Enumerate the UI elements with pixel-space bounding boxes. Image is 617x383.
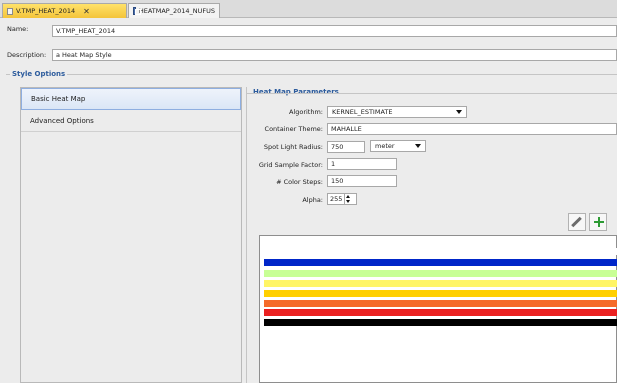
chevron-down-icon (456, 110, 462, 114)
panel-divider (246, 87, 247, 383)
spinner-buttons[interactable] (344, 194, 351, 204)
color-ramp-stripe (264, 319, 617, 326)
list-item-basic-heat-map[interactable]: Basic Heat Map (21, 88, 241, 110)
tab-v-tmp-heat-2014[interactable]: V.TMP_HEAT_2014 ✕ (2, 3, 127, 18)
document-icon (7, 7, 13, 15)
alpha-value: 255 (330, 195, 343, 203)
parameters-border (246, 93, 617, 94)
heatmap-icon (133, 7, 141, 15)
color-steps-label: # Color Steps: (276, 178, 323, 186)
description-field[interactable]: a Heat Map Style (52, 49, 617, 61)
style-options-border (6, 74, 617, 75)
spot-light-radius-field[interactable]: 750 (327, 141, 365, 153)
chevron-down-icon (415, 144, 421, 148)
color-ramp-preview (259, 235, 617, 383)
style-options-legend: Style Options (10, 70, 68, 78)
tab-label: HEATMAP_2014_NUFUS (138, 7, 215, 15)
editor-tabs: V.TMP_HEAT_2014 ✕ HEATMAP_2014_NUFUS (0, 0, 617, 18)
container-theme-label: Container Theme: (264, 125, 323, 133)
edit-color-button[interactable] (568, 213, 586, 231)
color-steps-field[interactable]: 150 (327, 175, 397, 187)
pencil-icon (571, 216, 582, 228)
color-ramp-stripe (264, 290, 617, 297)
unit-select[interactable]: meter (370, 140, 426, 152)
algorithm-select[interactable]: KERNEL_ESTIMATE (327, 106, 467, 118)
list-item-advanced-options[interactable]: Advanced Options (21, 110, 241, 132)
tab-heatmap-2014-nufus[interactable]: HEATMAP_2014_NUFUS (128, 3, 220, 18)
heat-map-parameters-title: Heat Map Parameters (253, 88, 339, 96)
name-row: Name: (7, 25, 28, 33)
color-ramp-stripe (264, 309, 617, 316)
color-ramp-stripe (264, 300, 617, 307)
name-field[interactable]: V.TMP_HEAT_2014 (52, 25, 617, 37)
add-color-button[interactable] (589, 213, 607, 231)
tab-label: V.TMP_HEAT_2014 (16, 7, 76, 15)
color-ramp-stripe (264, 280, 617, 287)
description-row: Description: (7, 51, 46, 59)
arrow-up-icon[interactable] (346, 195, 351, 198)
list-item-label: Basic Heat Map (31, 95, 86, 103)
color-ramp-stripe (264, 248, 617, 255)
list-item-label: Advanced Options (30, 116, 94, 125)
arrow-down-icon[interactable] (346, 200, 351, 203)
name-label: Name: (7, 25, 29, 33)
alpha-label: Alpha: (302, 196, 323, 204)
color-ramp-stripe (264, 259, 617, 266)
close-icon[interactable]: ✕ (83, 7, 90, 16)
grid-sample-factor-field[interactable]: 1 (327, 158, 397, 170)
spot-light-radius-label: Spot Light Radius: (263, 143, 323, 151)
container-theme-field[interactable]: MAHALLE (327, 123, 617, 135)
add-color-icon (594, 217, 604, 227)
description-label: Description: (7, 51, 47, 59)
algorithm-label: Algorithm: (288, 108, 323, 116)
color-ramp-stripe (264, 270, 617, 277)
grid-sample-factor-label: Grid Sample Factor: (258, 161, 323, 169)
algorithm-value: KERNEL_ESTIMATE (332, 108, 393, 116)
alpha-spinner[interactable]: 255 (327, 193, 357, 205)
unit-value: meter (375, 142, 395, 150)
options-list: Basic Heat Map Advanced Options (20, 87, 242, 383)
